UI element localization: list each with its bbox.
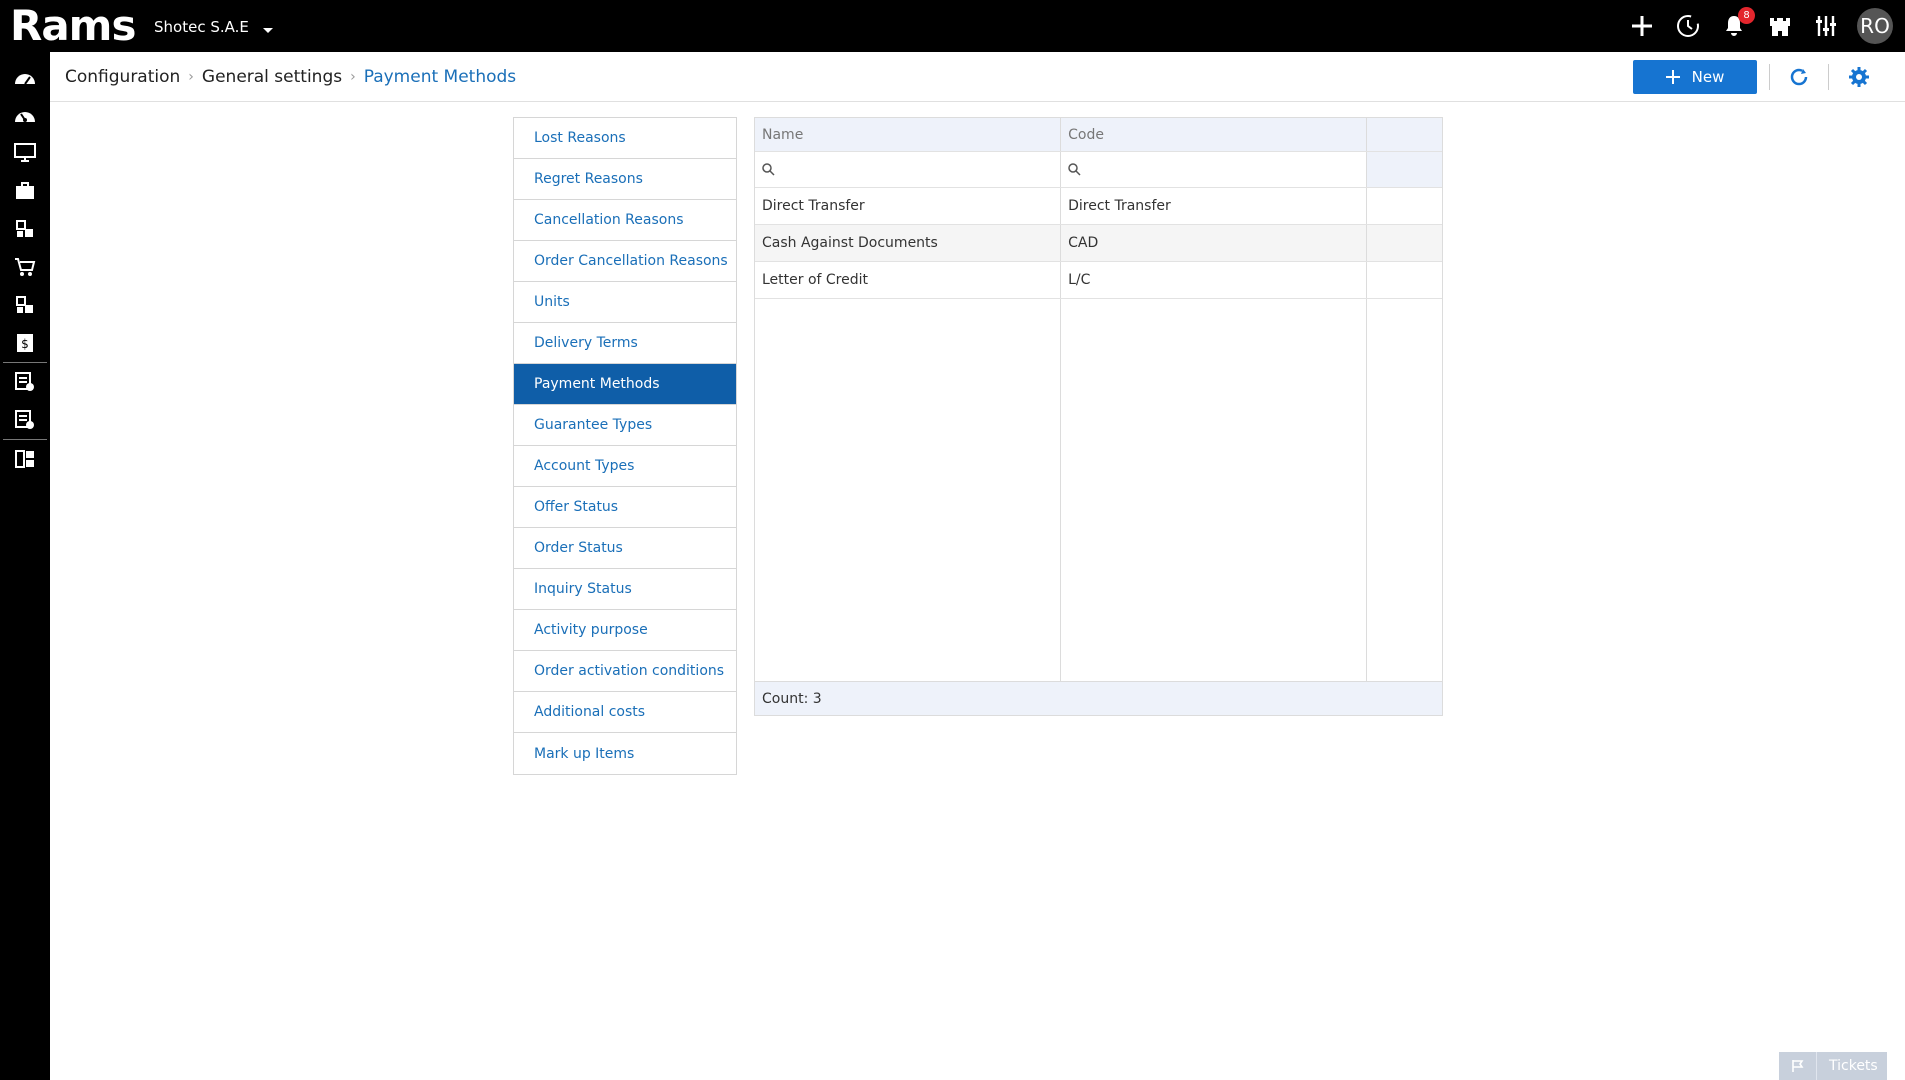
top-toolbar: 8 RO <box>1627 0 1893 52</box>
payment-methods-grid: Name Code Direct Transfer Direct Transfe… <box>754 117 1443 716</box>
sidebar-cart-icon[interactable] <box>0 248 50 286</box>
nav-item-cancellation-reasons[interactable]: Cancellation Reasons <box>514 200 736 241</box>
add-icon[interactable] <box>1627 11 1657 41</box>
column-header-code[interactable]: Code <box>1061 118 1368 151</box>
svg-text:$: $ <box>21 337 29 351</box>
tickets-label: Tickets <box>1829 1058 1878 1074</box>
breadcrumb: Configuration › General settings › Payme… <box>65 52 516 102</box>
sidebar-inventory-icon[interactable] <box>0 286 50 324</box>
grid-filter-row <box>755 152 1443 188</box>
breadcrumb-configuration[interactable]: Configuration <box>65 67 180 87</box>
table-row[interactable]: Letter of Credit L/C <box>755 262 1442 299</box>
sliders-icon[interactable] <box>1811 11 1841 41</box>
bell-icon[interactable]: 8 <box>1719 7 1755 41</box>
sidebar-invoice-icon[interactable]: $ <box>0 324 50 362</box>
caret-down-icon <box>262 27 273 33</box>
nav-item-regret-reasons[interactable]: Regret Reasons <box>514 159 736 200</box>
empty-column <box>1061 299 1368 683</box>
avatar-initials: RO <box>1857 8 1893 44</box>
breadcrumb-general-settings[interactable]: General settings <box>202 67 342 87</box>
sidebar-monitor-icon[interactable] <box>0 134 50 172</box>
nav-item-activity-purpose[interactable]: Activity purpose <box>514 610 736 651</box>
nav-item-lost-reasons[interactable]: Lost Reasons <box>514 118 736 159</box>
nav-item-order-cancellation-reasons[interactable]: Order Cancellation Reasons <box>514 241 736 282</box>
settings-nav: Lost Reasons Regret Reasons Cancellation… <box>513 117 737 775</box>
castle-icon[interactable] <box>1765 11 1795 41</box>
company-selector[interactable]: Shotec S.A.E <box>154 18 273 36</box>
page-header: Configuration › General settings › Payme… <box>50 52 1905 102</box>
sidebar-report-settings-icon[interactable] <box>0 401 50 439</box>
tickets-button[interactable]: Tickets <box>1779 1052 1887 1080</box>
grid-header-row: Name Code <box>755 118 1443 152</box>
company-name: Shotec S.A.E <box>154 18 249 36</box>
table-row[interactable]: Direct Transfer Direct Transfer <box>755 188 1442 225</box>
cell-actions <box>1367 225 1442 261</box>
sidebar-briefcase-icon[interactable] <box>0 172 50 210</box>
nav-item-account-types[interactable]: Account Types <box>514 446 736 487</box>
gear-icon[interactable] <box>1847 65 1871 89</box>
column-header-actions <box>1367 118 1443 151</box>
plus-icon <box>1665 70 1680 84</box>
nav-item-guarantee-types[interactable]: Guarantee Types <box>514 405 736 446</box>
new-button-label: New <box>1691 68 1725 86</box>
header-divider <box>1769 64 1770 90</box>
name-filter-input[interactable] <box>755 152 1062 187</box>
app-logo[interactable]: Rams <box>10 4 136 48</box>
column-header-name[interactable]: Name <box>755 118 1062 151</box>
main-sidebar: $ <box>0 52 50 1080</box>
nav-item-additional-costs[interactable]: Additional costs <box>514 692 736 733</box>
cell-code: CAD <box>1061 225 1368 261</box>
cell-name: Cash Against Documents <box>755 225 1062 261</box>
grid-empty-area <box>755 299 1442 683</box>
refresh-icon[interactable] <box>1787 65 1811 89</box>
breadcrumb-payment-methods: Payment Methods <box>363 67 517 87</box>
cell-code: L/C <box>1061 262 1368 298</box>
nav-item-delivery-terms[interactable]: Delivery Terms <box>514 323 736 364</box>
empty-column <box>755 299 1062 683</box>
cell-code: Direct Transfer <box>1061 188 1368 224</box>
code-filter-input[interactable] <box>1061 152 1368 187</box>
search-icon <box>1068 163 1081 176</box>
sidebar-modules-icon[interactable] <box>0 210 50 248</box>
chevron-right-icon: › <box>188 69 194 85</box>
search-icon <box>762 163 775 176</box>
sidebar-checklist-icon[interactable] <box>0 363 50 401</box>
sidebar-dashboard-icon[interactable] <box>0 58 50 96</box>
nav-item-units[interactable]: Units <box>514 282 736 323</box>
cell-name: Letter of Credit <box>755 262 1062 298</box>
grid-count: Count: 3 <box>755 681 1442 715</box>
new-button[interactable]: New <box>1633 60 1757 94</box>
history-icon[interactable] <box>1673 11 1703 41</box>
header-divider <box>1828 64 1829 90</box>
cell-actions <box>1367 188 1442 224</box>
chevron-right-icon: › <box>350 69 356 85</box>
filter-actions-cell <box>1367 152 1443 187</box>
cell-actions <box>1367 262 1442 298</box>
cell-name: Direct Transfer <box>755 188 1062 224</box>
nav-item-offer-status[interactable]: Offer Status <box>514 487 736 528</box>
sidebar-layout-icon[interactable] <box>0 440 50 478</box>
empty-column <box>1367 299 1442 683</box>
nav-item-payment-methods[interactable]: Payment Methods <box>514 364 736 405</box>
table-row[interactable]: Cash Against Documents CAD <box>755 225 1442 262</box>
nav-item-order-status[interactable]: Order Status <box>514 528 736 569</box>
nav-item-order-activation-conditions[interactable]: Order activation conditions <box>514 651 736 692</box>
nav-item-inquiry-status[interactable]: Inquiry Status <box>514 569 736 610</box>
user-avatar[interactable]: RO <box>1857 8 1893 44</box>
top-bar: Rams Shotec S.A.E 8 RO <box>0 0 1905 52</box>
notification-badge: 8 <box>1738 7 1755 24</box>
sidebar-gauge-icon[interactable] <box>0 96 50 134</box>
flag-icon <box>1779 1052 1817 1080</box>
nav-item-mark-up-items[interactable]: Mark up Items <box>514 733 736 774</box>
